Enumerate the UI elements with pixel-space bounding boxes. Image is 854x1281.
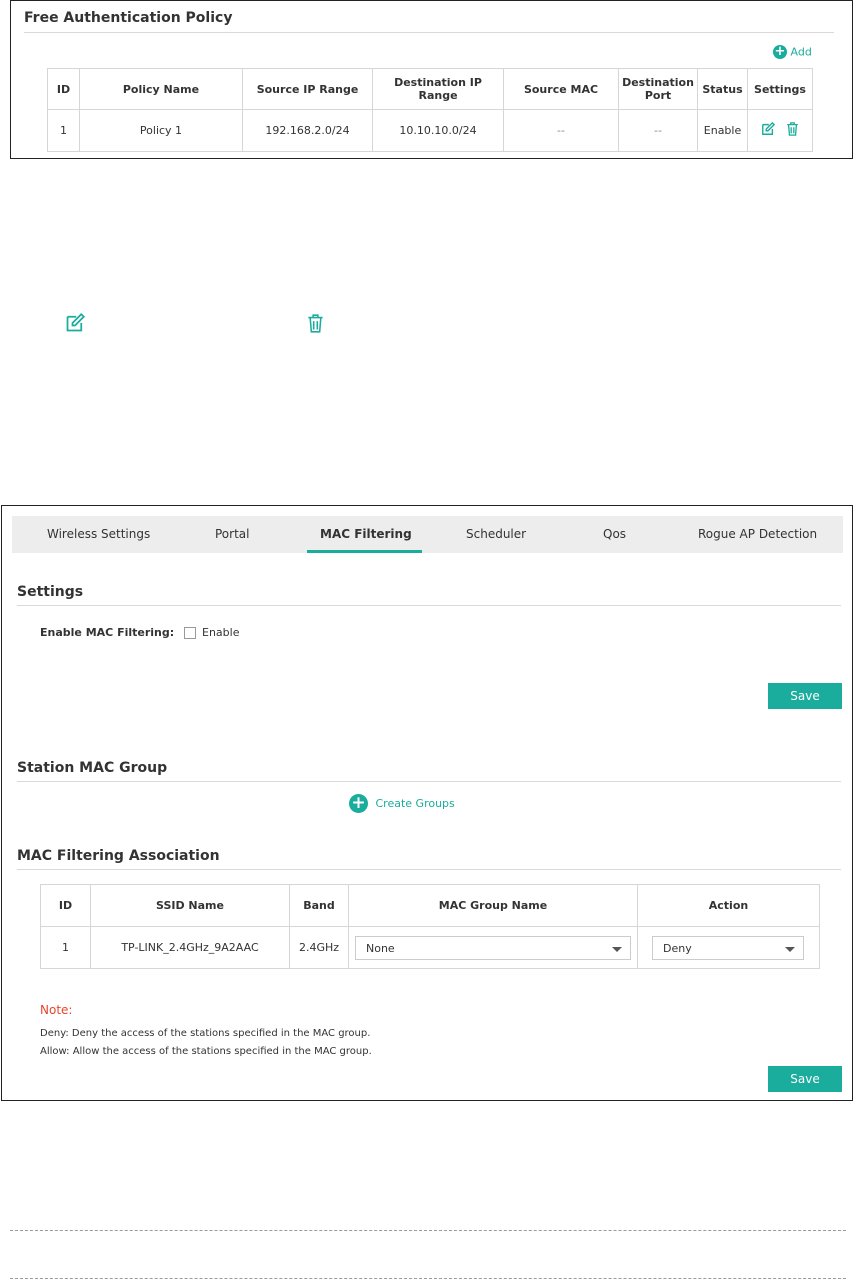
page-divider — [10, 1230, 846, 1231]
col-destination-ip: Destination IP Range — [372, 68, 504, 110]
policy-section-title: Free Authentication Policy — [24, 10, 233, 26]
tab-rogue-ap-detection[interactable]: Rogue AP Detection — [698, 527, 817, 541]
action-select[interactable]: Deny — [652, 935, 804, 960]
col-status: Status — [697, 68, 748, 110]
note-deny: Deny: Deny the access of the stations sp… — [40, 1028, 371, 1039]
cell-status: Enable — [697, 109, 748, 152]
cell-destination-port: -- — [618, 109, 698, 152]
cell-ssid-name: TP-LINK_2.4GHz_9A2AAC — [90, 926, 290, 969]
chevron-down-icon — [612, 946, 622, 952]
tab-wireless-settings[interactable]: Wireless Settings — [47, 527, 150, 541]
col-source-mac: Source MAC — [503, 68, 619, 110]
mac-group-select-value: None — [366, 941, 395, 955]
col-settings: Settings — [747, 68, 813, 110]
note-title: Note: — [40, 1003, 73, 1017]
cell-id: 1 — [47, 109, 80, 152]
policy-table: ID Policy Name Source IP Range Destinati… — [47, 68, 813, 152]
chevron-down-icon — [785, 946, 795, 952]
col-mac-group-name: MAC Group Name — [348, 884, 638, 927]
active-tab-indicator — [307, 550, 422, 553]
enable-mac-filtering-label: Enable MAC Filtering: — [40, 626, 175, 639]
add-label: Add — [790, 45, 812, 59]
col-source-ip: Source IP Range — [242, 68, 373, 110]
tab-bar: Wireless Settings Portal MAC Filtering S… — [12, 516, 843, 553]
action-select-value: Deny — [663, 941, 692, 955]
association-table: ID SSID Name Band MAC Group Name Action … — [40, 884, 820, 969]
cell-destination-ip: 10.10.10.0/24 — [372, 109, 504, 152]
col-action: Action — [637, 884, 820, 927]
tab-scheduler[interactable]: Scheduler — [466, 527, 526, 541]
col-id: ID — [47, 68, 80, 110]
col-band: Band — [289, 884, 349, 927]
station-mac-group-title: Station MAC Group — [17, 760, 168, 776]
mac-filtering-panel: Wireless Settings Portal MAC Filtering S… — [1, 505, 853, 1101]
tab-portal[interactable]: Portal — [215, 527, 249, 541]
cell-action: Deny — [637, 926, 820, 969]
cell-band: 2.4GHz — [289, 926, 349, 969]
plus-circle-icon: + — [773, 44, 787, 59]
association-divider — [17, 869, 841, 870]
cell-source-mac: -- — [503, 109, 619, 152]
tab-qos[interactable]: Qos — [603, 527, 626, 541]
create-groups-button[interactable]: + Create Groups — [349, 794, 455, 813]
settings-divider — [17, 605, 841, 606]
group-divider — [17, 781, 841, 782]
save-button[interactable]: Save — [768, 683, 842, 709]
mac-filtering-association-title: MAC Filtering Association — [17, 848, 220, 864]
create-groups-label: Create Groups — [375, 797, 455, 810]
add-policy-button[interactable]: + Add — [773, 45, 812, 59]
trash-icon — [307, 314, 324, 337]
edit-icon — [65, 313, 85, 337]
page-divider — [10, 1278, 846, 1279]
col-id: ID — [40, 884, 91, 927]
policy-title-divider — [24, 32, 834, 33]
note-allow: Allow: Allow the access of the stations … — [40, 1046, 372, 1057]
edit-icon[interactable] — [761, 121, 775, 139]
free-auth-policy-panel: Free Authentication Policy + Add ID Poli… — [10, 0, 853, 159]
enable-checkbox-label: Enable — [202, 626, 240, 639]
cell-id: 1 — [40, 926, 91, 969]
cell-source-ip: 192.168.2.0/24 — [242, 109, 373, 152]
cell-mac-group-name: None — [348, 926, 638, 969]
cell-policy-name: Policy 1 — [79, 109, 243, 152]
col-destination-port: Destination Port — [618, 68, 698, 110]
tab-mac-filtering[interactable]: MAC Filtering — [320, 527, 412, 541]
table-row: 1 Policy 1 192.168.2.0/24 10.10.10.0/24 … — [47, 109, 813, 152]
table-row: 1 TP-LINK_2.4GHz_9A2AAC 2.4GHz None Deny — [40, 926, 820, 969]
save-button[interactable]: Save — [768, 1066, 842, 1092]
trash-icon[interactable] — [786, 122, 799, 139]
settings-section-title: Settings — [17, 584, 84, 600]
plus-circle-icon: + — [349, 794, 368, 813]
mac-group-select[interactable]: None — [355, 935, 631, 960]
col-policy-name: Policy Name — [79, 68, 243, 110]
col-ssid-name: SSID Name — [90, 884, 290, 927]
enable-checkbox[interactable] — [184, 627, 196, 639]
cell-settings — [747, 109, 813, 152]
